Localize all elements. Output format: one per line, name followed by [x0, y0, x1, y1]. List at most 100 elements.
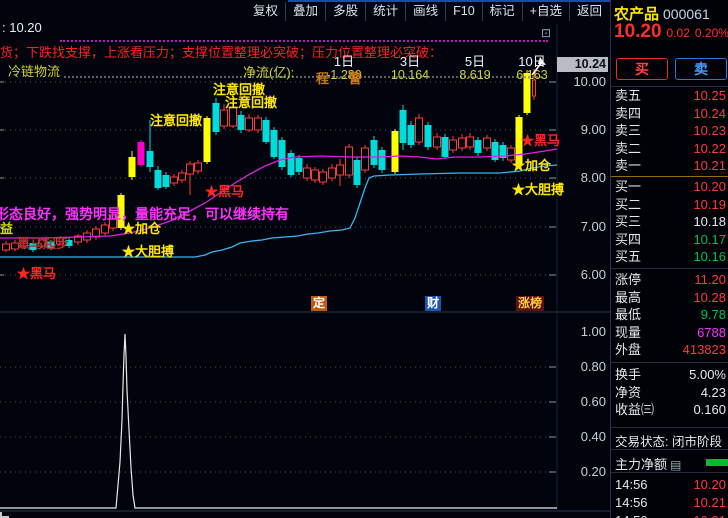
axis-label: 0.40	[580, 429, 606, 444]
chart-corner-icon[interactable]: ⊡	[541, 26, 551, 40]
candle	[424, 125, 432, 147]
candle	[336, 164, 344, 176]
divider-badge-定[interactable]: 定	[311, 296, 328, 311]
candle	[491, 142, 499, 160]
candle	[311, 169, 319, 181]
transaction-time: 14:56	[615, 477, 648, 492]
transaction-price: 10.21	[693, 495, 726, 510]
stat-row-label: 涨停	[615, 272, 642, 287]
transaction-price: 10.20	[693, 477, 726, 492]
candle	[353, 160, 361, 185]
last-price: 10.20	[614, 21, 662, 42]
axis-label: 0.60	[580, 394, 606, 409]
buy-level-row-label: 买一	[615, 179, 642, 194]
trade-status: 交易状态: 闭市阶段	[615, 435, 722, 449]
buy-level-row-label: 买二	[615, 196, 642, 212]
netflow-tab-3日: 3日 10.164	[378, 55, 442, 82]
stat-row-value: 11.20	[694, 272, 726, 287]
sell-level-row[interactable]: 卖五 10.25	[611, 87, 728, 105]
netflow-tab-label[interactable]: 1日	[312, 55, 376, 68]
transaction-time: 14:56	[615, 512, 648, 518]
candle	[162, 175, 170, 187]
candle	[378, 150, 386, 170]
netflow-tab-label[interactable]: 10日	[500, 55, 564, 68]
netflow-tab-label[interactable]: 3日	[378, 55, 442, 68]
sell-level-row[interactable]: 卖二 10.22	[611, 140, 728, 158]
buy-level-row[interactable]: 买三 10.18	[611, 213, 728, 231]
candle	[154, 170, 162, 188]
divider-badge-财[interactable]: 财	[425, 296, 442, 311]
order-buttons: 买 卖	[616, 58, 727, 80]
candle	[399, 110, 407, 143]
price-row: 10.20 0.02 0.20%	[614, 21, 728, 43]
main-net-label: 主力净额	[615, 457, 668, 472]
candle	[303, 167, 311, 179]
chart-annotation: ★加仓	[512, 158, 552, 173]
stat-row-value: 9.78	[700, 307, 726, 322]
candle	[474, 140, 482, 153]
sell-level-row-value: 10.24	[693, 105, 726, 121]
sell-level-row-value: 10.22	[693, 140, 726, 156]
candle	[212, 103, 220, 132]
axis-label: 9.00	[580, 122, 606, 137]
ratio-row-value: 5.00%	[689, 367, 726, 382]
candle	[254, 117, 262, 131]
sell-level-row-label: 卖二	[615, 140, 642, 156]
stat-row: 现量 6788	[611, 324, 728, 342]
candle	[415, 117, 423, 143]
sell-level-row-label: 卖一	[615, 158, 642, 173]
buy-level-row-label: 买四	[615, 231, 642, 247]
buy-level-row[interactable]: 买一 10.20	[611, 178, 728, 196]
sell-level-row[interactable]: 卖三 10.23	[611, 122, 728, 140]
separator	[611, 427, 728, 428]
candle	[407, 125, 415, 145]
separator	[611, 449, 728, 450]
candle	[194, 162, 202, 172]
stat-row-label: 现量	[615, 324, 642, 340]
sector-label: 冷链物流	[8, 64, 61, 79]
transaction-time: 14:56	[615, 495, 648, 510]
main-net-green-bar	[706, 459, 728, 466]
sell-button[interactable]: 卖	[675, 58, 727, 80]
ratio-rows: 换手 5.00% 净资 4.23 收益㈢ 0.160	[611, 366, 728, 419]
buy-level-row[interactable]: 买五 10.16	[611, 248, 728, 266]
stat-row-label: 最高	[615, 289, 642, 305]
candle	[278, 140, 286, 167]
main-net-row[interactable]: 主力净额 ▤	[615, 454, 681, 473]
buy-level-row[interactable]: 买二 10.19	[611, 196, 728, 214]
stat-row: 最高 10.28	[611, 289, 728, 307]
ratio-row-label: 换手	[615, 367, 642, 382]
candle	[178, 172, 186, 181]
candle	[245, 117, 253, 131]
mid-price-separator	[611, 176, 728, 177]
candle	[262, 120, 270, 142]
candle	[146, 151, 154, 167]
stat-row-value: 10.28	[693, 289, 726, 305]
divider-badge-涨榜[interactable]: 涨榜	[516, 296, 545, 311]
buy-button[interactable]: 买	[616, 58, 668, 80]
buy-level-row-value: 10.17	[693, 231, 726, 247]
candle	[391, 131, 399, 172]
transaction-row: 14:56 10.20	[611, 476, 728, 494]
sell-levels: 卖五 10.25 卖四 10.24 卖三 10.23 卖二 10.22 卖一 10.21	[611, 87, 728, 175]
candle	[101, 224, 109, 234]
candle	[458, 137, 466, 149]
sell-level-row[interactable]: 卖四 10.24	[611, 105, 728, 123]
candle	[433, 136, 441, 148]
candle	[128, 157, 136, 177]
stock-code: 000061	[663, 6, 710, 22]
stats-rows: 涨停 11.20 最高 10.28 最低 9.78 现量 6788 外盘 413823	[611, 271, 728, 359]
sell-level-row-label: 卖三	[615, 123, 642, 138]
stat-row-value: 413823	[682, 342, 726, 357]
candle	[220, 109, 228, 127]
last-price-label: : 10.20	[2, 20, 42, 35]
stat-row: 涨停 11.20	[611, 271, 728, 289]
sell-level-row[interactable]: 卖一 10.21	[611, 157, 728, 175]
chart-annotation: 注意回撤	[150, 113, 203, 128]
buy-level-row-label: 买五	[615, 249, 642, 264]
price-change-pct: 0.20%	[694, 26, 728, 40]
netflow-tab-label[interactable]: 5日	[443, 55, 507, 68]
buy-level-row[interactable]: 买四 10.17	[611, 231, 728, 249]
stat-row-value: 6788	[697, 324, 726, 340]
stat-row: 最低 9.78	[611, 306, 728, 324]
